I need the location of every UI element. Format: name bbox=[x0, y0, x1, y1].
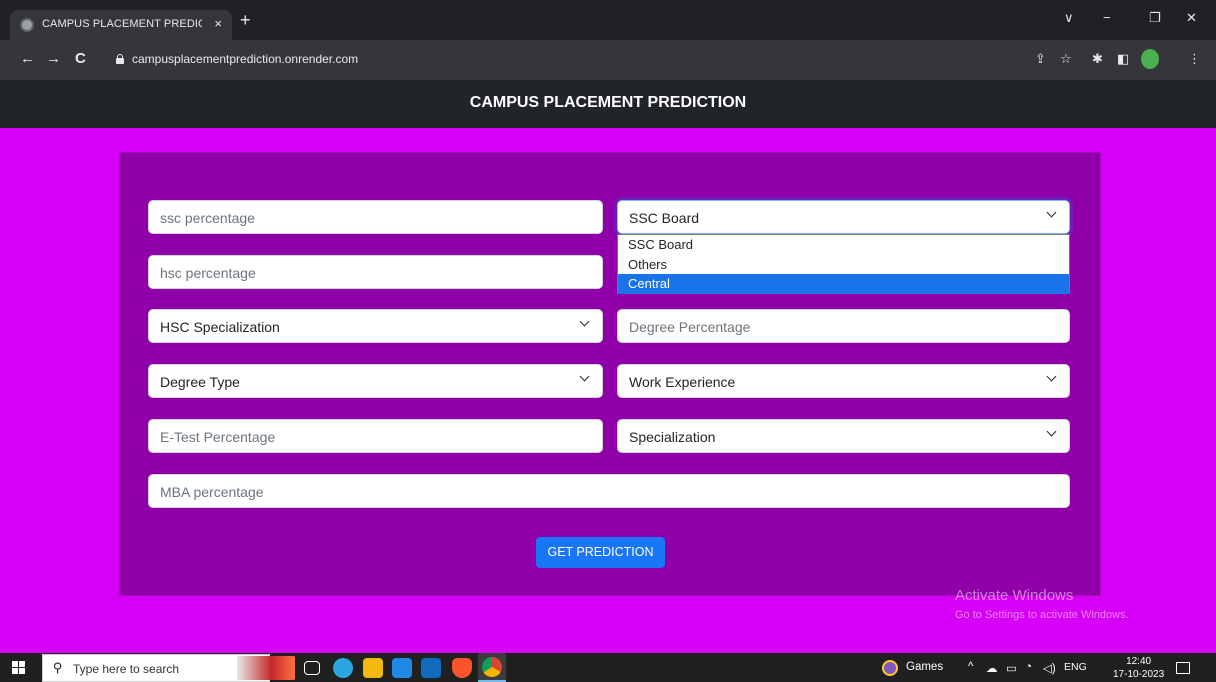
browser-toolbar: ← → C campusplacementprediction.onrender… bbox=[0, 40, 1216, 80]
lock-icon[interactable] bbox=[116, 54, 124, 64]
windows-taskbar: ⚲ Type here to search Games ^ ☁ ▭ ◔ ◁) E… bbox=[0, 653, 1216, 682]
specialization-value: Specialization bbox=[629, 429, 716, 445]
games-icon[interactable] bbox=[882, 660, 898, 676]
ssc-board-options-list: SSC Board Others Central bbox=[617, 234, 1070, 294]
battery-icon[interactable]: ▭ bbox=[1006, 661, 1017, 675]
ssc-board-select[interactable]: SSC Board bbox=[617, 200, 1070, 234]
specialization-select[interactable]: Specialization bbox=[617, 419, 1070, 453]
profile-avatar[interactable] bbox=[1141, 49, 1159, 69]
tab-close-icon[interactable]: × bbox=[214, 16, 222, 31]
tab-search-icon[interactable]: ∨ bbox=[1064, 10, 1074, 26]
dropdown-option[interactable]: SSC Board bbox=[618, 235, 1069, 255]
menu-icon[interactable]: ⋮ bbox=[1188, 52, 1201, 66]
degree-percentage-input[interactable]: Degree Percentage bbox=[617, 309, 1070, 343]
task-view-icon[interactable] bbox=[304, 661, 320, 675]
ssc-board-value: SSC Board bbox=[629, 210, 700, 226]
dropdown-option[interactable]: Others bbox=[618, 255, 1069, 275]
activate-windows-title: Activate Windows bbox=[955, 587, 1074, 604]
work-experience-value: Work Experience bbox=[629, 374, 736, 390]
language-indicator[interactable]: ENG bbox=[1064, 661, 1087, 673]
extensions-icon[interactable]: ✱ bbox=[1092, 52, 1103, 66]
chevron-down-icon bbox=[1047, 373, 1056, 382]
brave-browser-icon[interactable] bbox=[452, 658, 472, 678]
taskbar-search-box[interactable]: ⚲ Type here to search bbox=[42, 654, 270, 682]
chrome-taskbar-button[interactable] bbox=[478, 653, 506, 682]
chevron-down-icon bbox=[1047, 209, 1056, 218]
chevron-down-icon bbox=[580, 373, 589, 382]
browser-tab-strip: CAMPUS PLACEMENT PREDICTI × + ∨ − ❐ ✕ bbox=[0, 0, 1216, 40]
minimize-icon[interactable]: − bbox=[1103, 10, 1111, 25]
work-experience-select[interactable]: Work Experience bbox=[617, 364, 1070, 398]
windows-start-icon[interactable] bbox=[12, 661, 26, 675]
new-tab-icon[interactable]: + bbox=[240, 11, 251, 29]
hsc-percentage-input[interactable]: hsc percentage bbox=[148, 255, 603, 289]
search-icon: ⚲ bbox=[53, 660, 63, 675]
hsc-specialization-select[interactable]: HSC Specialization bbox=[148, 309, 603, 343]
onedrive-icon[interactable]: ☁ bbox=[986, 661, 998, 675]
page-navbar: CAMPUS PLACEMENT PREDICTION bbox=[0, 80, 1216, 128]
get-prediction-button[interactable]: GET PREDICTION bbox=[536, 537, 665, 568]
ssc-percentage-input[interactable]: ssc percentage bbox=[148, 200, 603, 234]
activate-windows-subtitle: Go to Settings to activate Windows. bbox=[955, 609, 1129, 621]
chevron-down-icon bbox=[1047, 428, 1056, 437]
tray-overflow-icon[interactable]: ^ bbox=[968, 661, 973, 673]
tab-title: CAMPUS PLACEMENT PREDICTI bbox=[42, 18, 202, 30]
restore-icon[interactable]: ❐ bbox=[1149, 10, 1161, 26]
url-text[interactable]: campusplacementprediction.onrender.com bbox=[132, 52, 358, 66]
globe-icon bbox=[20, 18, 34, 32]
degree-type-select[interactable]: Degree Type bbox=[148, 364, 603, 398]
edge-browser-icon[interactable] bbox=[333, 658, 353, 678]
hsc-specialization-value: HSC Specialization bbox=[160, 319, 280, 335]
mba-percentage-input[interactable]: MBA percentage bbox=[148, 474, 1070, 508]
dropdown-option-highlighted[interactable]: Central bbox=[618, 274, 1069, 294]
games-label[interactable]: Games bbox=[906, 661, 943, 673]
share-icon[interactable]: ⇪ bbox=[1035, 52, 1046, 66]
mail-icon[interactable] bbox=[421, 658, 441, 678]
browser-tab[interactable]: CAMPUS PLACEMENT PREDICTI × bbox=[10, 10, 232, 40]
volume-icon[interactable]: ◁) bbox=[1043, 661, 1056, 675]
degree-type-value: Degree Type bbox=[160, 374, 240, 390]
clock-time: 12:40 bbox=[1126, 656, 1152, 667]
address-bar[interactable]: campusplacementprediction.onrender.com bbox=[104, 46, 1104, 74]
back-icon[interactable]: ← bbox=[20, 51, 35, 67]
file-explorer-icon[interactable] bbox=[363, 658, 383, 678]
search-highlight-image[interactable] bbox=[237, 656, 295, 680]
chrome-icon bbox=[482, 657, 502, 677]
reload-icon[interactable]: C bbox=[75, 51, 86, 67]
notification-icon[interactable] bbox=[1176, 662, 1190, 674]
microsoft-store-icon[interactable] bbox=[392, 658, 412, 678]
side-panel-icon[interactable]: ◧ bbox=[1117, 52, 1129, 66]
close-window-icon[interactable]: ✕ bbox=[1186, 10, 1197, 26]
chevron-down-icon bbox=[580, 318, 589, 327]
wifi-icon[interactable]: ◔ bbox=[1025, 661, 1032, 673]
taskbar-clock[interactable]: 12:40 17-10-2023 bbox=[1113, 655, 1164, 681]
taskbar-search-placeholder: Type here to search bbox=[73, 662, 180, 676]
clock-date: 17-10-2023 bbox=[1113, 669, 1165, 680]
bookmark-star-icon[interactable]: ☆ bbox=[1060, 52, 1072, 66]
etest-percentage-input[interactable]: E-Test Percentage bbox=[148, 419, 603, 453]
page-title: CAMPUS PLACEMENT PREDICTION bbox=[469, 94, 747, 111]
forward-icon[interactable]: → bbox=[46, 51, 61, 67]
